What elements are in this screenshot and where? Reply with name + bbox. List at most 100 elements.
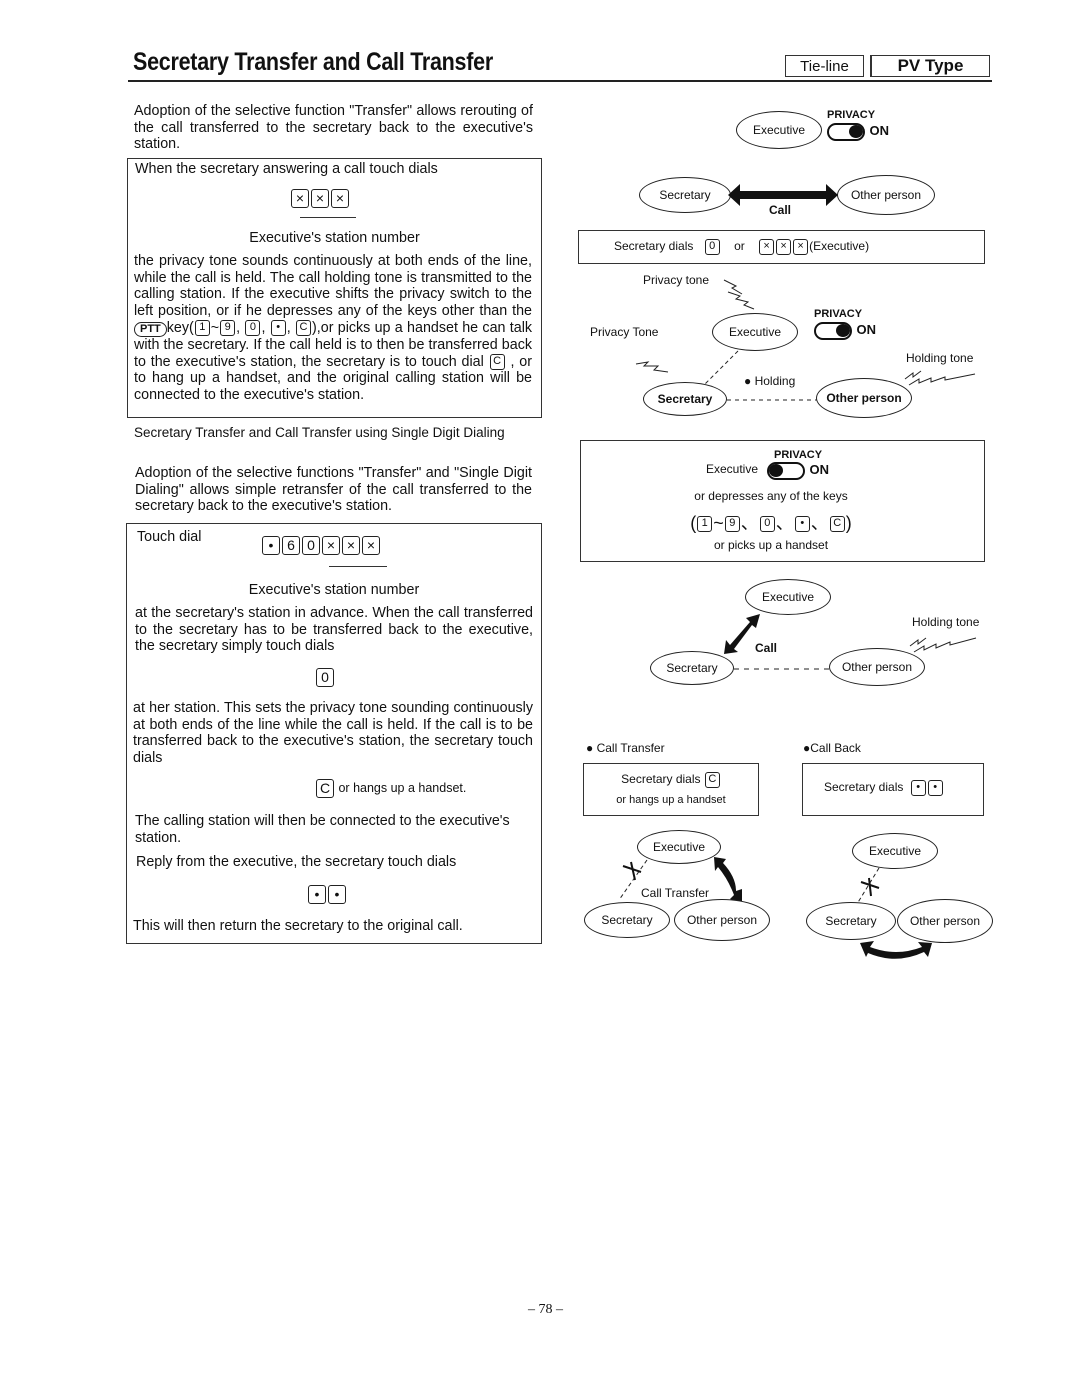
call-label: Call <box>755 641 778 655</box>
node-executive: Executive <box>745 579 831 615</box>
node-other-person: Other person <box>816 378 912 418</box>
secretary-dials-text: Secretary dials <box>621 772 701 787</box>
callback-line: Secretary dials • • <box>824 780 944 796</box>
holding-tone-label: Holding tone <box>906 351 974 365</box>
key: 9 <box>220 320 236 337</box>
node-executive: Executive <box>712 313 798 351</box>
box2-para3: The calling station will then be connect… <box>135 813 510 846</box>
box2-keys-caption: Executive's station number <box>248 582 420 598</box>
ptt-key: PTT <box>134 321 167 337</box>
intro2-paragraph: Adoption of the selective functions "Tra… <box>135 465 532 515</box>
condbox-line3: or picks up a handset <box>713 538 829 552</box>
intro-paragraph: Adoption of the selective function "Tran… <box>134 103 533 153</box>
on-label: ON <box>856 322 876 337</box>
box-single-digit: Touch dial • 6 0 × × × Executive's station nu… <box>126 523 542 944</box>
privacy-tone-top-label: Privacy tone <box>643 273 710 287</box>
box2-hangup-line: C or hangs up a handset. <box>315 779 466 798</box>
call-back-box: Secretary dials • • <box>802 763 984 816</box>
switch-icon <box>814 322 852 340</box>
node-other-person: Other person <box>897 899 993 943</box>
key-x: × <box>776 239 792 255</box>
key-x: × <box>322 536 340 555</box>
node-secretary: Secretary <box>643 382 727 416</box>
key-x: × <box>291 189 309 208</box>
page-title: Secretary Transfer and Call Transfer <box>133 48 493 76</box>
key-x: × <box>793 239 809 255</box>
key-word: key <box>166 319 190 336</box>
transfer-line2: or hangs up a handset <box>616 794 726 806</box>
key-c: C <box>704 772 720 788</box>
key: 0 <box>245 320 261 337</box>
title-rule <box>128 80 992 82</box>
call-back-arrow-icon <box>860 941 932 959</box>
on-label: ON <box>809 462 829 477</box>
transfer-line1: Secretary dials C <box>584 772 758 788</box>
key: 0 <box>302 536 320 555</box>
brace <box>329 566 387 567</box>
dashed-link <box>727 399 817 401</box>
key: C <box>296 320 311 337</box>
box1-keys: × × × <box>290 189 350 208</box>
key-dot: • <box>308 885 326 904</box>
call-transfer-heading: ● Call Transfer <box>586 741 665 755</box>
hangs-up-text: or hangs up a handset. <box>338 780 467 795</box>
executive-suffix: (Executive) <box>809 239 870 254</box>
tone-wave-icon <box>723 279 755 310</box>
condbox-line1: or depresses any of the keys <box>694 489 848 503</box>
key-0: 0 <box>704 239 720 255</box>
box1-keys-caption: Executive's station number <box>249 230 420 246</box>
node-executive: Executive <box>736 111 822 149</box>
secretary-dials-text: Secretary dials <box>614 239 694 254</box>
key: 1 <box>194 320 210 337</box>
key-x: × <box>759 239 775 255</box>
node-secretary: Secretary <box>584 902 670 938</box>
dashed-link <box>734 668 830 670</box>
switch-icon <box>827 123 865 141</box>
holding-tone-wave-icon <box>909 637 977 653</box>
or-text: or <box>734 239 745 254</box>
holding-tone-label: Holding tone <box>912 615 980 629</box>
cut-link-icon <box>856 867 880 905</box>
key-x: × <box>331 189 349 208</box>
box2-para5: This will then return the secretary to t… <box>133 918 463 934</box>
secretary-dials-box: Secretary dials 0 or × × × (Executive) <box>578 230 985 264</box>
key-dot: • <box>328 885 346 904</box>
box2-dot-keys: • • <box>307 885 347 904</box>
node-executive: Executive <box>852 833 938 869</box>
node-other-person: Other person <box>837 175 935 215</box>
key: • <box>262 536 280 555</box>
key-c: C <box>316 779 334 798</box>
privacy-switch-off: ON <box>767 462 829 485</box>
privacy-label: PRIVACY <box>814 308 863 320</box>
condbox-keys: (1 ~9、 0、 •、 C) <box>690 513 852 533</box>
box2-para4: Reply from the executive, the secretary … <box>136 854 457 870</box>
call-label: Call <box>769 203 792 217</box>
box-transfer-steps: When the secretary answering a call touc… <box>127 158 542 418</box>
box1-body: the privacy tone sounds continuously at … <box>134 253 533 403</box>
node-secretary: Secretary <box>639 177 731 213</box>
privacy-label: PRIVACY <box>827 109 876 121</box>
box1-body-part2: ,or picks up a handset he can talk with … <box>134 319 533 370</box>
node-other-person: Other person <box>674 899 770 941</box>
box1-body-part1: the privacy tone sounds continuously at … <box>134 253 532 320</box>
box2-para1: at the secretary's station in advance. W… <box>135 605 533 655</box>
secretary-dials-text: Secretary dials <box>824 780 904 795</box>
key: • <box>794 516 810 533</box>
key-dot: • <box>910 780 926 796</box>
privacy-label: PRIVACY <box>774 449 823 461</box>
privacy-tone-left-label: Privacy Tone <box>590 325 659 339</box>
box2-key-0: 0 <box>315 668 335 687</box>
node-secretary: Secretary <box>806 902 896 940</box>
key-0: 0 <box>316 668 334 687</box>
holding-tone-wave-icon <box>904 370 976 386</box>
executive-text: Executive <box>706 462 759 476</box>
call-transfer-box: Secretary dials C or hangs up a handset <box>583 763 759 816</box>
key-x: × <box>311 189 329 208</box>
key-x: × <box>342 536 360 555</box>
box2-keys: • 6 0 × × × <box>261 536 381 555</box>
dial-line: Secretary dials 0 or × × × (Executive) <box>614 239 869 255</box>
holding-label: ● Holding <box>744 374 796 388</box>
key: 6 <box>282 536 300 555</box>
key-x: × <box>362 536 380 555</box>
key-c: C <box>489 353 505 370</box>
